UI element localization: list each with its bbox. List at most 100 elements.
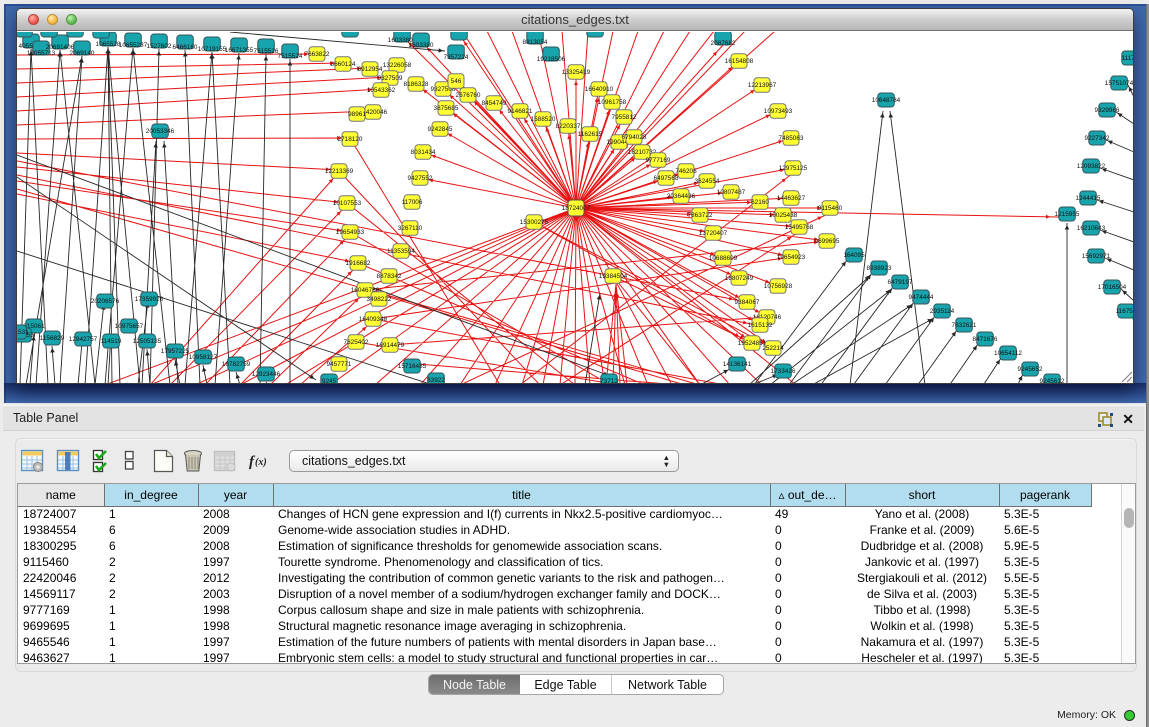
svg-text:9245652: 9245652 [1018, 366, 1043, 373]
svg-text:10025438: 10025438 [769, 212, 798, 219]
svg-text:6794028: 6794028 [622, 134, 647, 141]
svg-text:3875685: 3875685 [434, 105, 459, 112]
svg-text:19654933: 19654933 [336, 229, 365, 236]
svg-text:16914479: 16914479 [376, 342, 405, 349]
svg-text:12093822: 12093822 [1077, 163, 1106, 170]
svg-text:17957225: 17957225 [161, 348, 190, 355]
svg-text:7863722: 7863722 [688, 212, 713, 219]
svg-text:1603380: 1603380 [409, 42, 434, 49]
svg-text:1156829: 1156829 [40, 335, 65, 342]
svg-text:1244415: 1244415 [1076, 195, 1101, 202]
svg-text:20206576: 20206576 [91, 298, 120, 305]
svg-text:7632621: 7632621 [952, 322, 977, 329]
svg-text:13226058: 13226058 [383, 62, 412, 69]
svg-text:2069140: 2069140 [70, 50, 95, 57]
svg-text:12975125: 12975125 [779, 165, 808, 172]
svg-text:12213967: 12213967 [748, 82, 777, 89]
svg-text:2676760: 2676760 [456, 92, 481, 99]
svg-text:1733426: 1733426 [771, 368, 796, 375]
svg-text:7955812: 7955812 [612, 114, 637, 121]
svg-text:73712: 73712 [600, 378, 618, 384]
svg-text:83922: 83922 [427, 377, 445, 384]
svg-text:14136141: 14136141 [723, 361, 752, 368]
svg-text:6466160: 6466160 [173, 44, 198, 51]
svg-text:3624554: 3624554 [695, 178, 720, 185]
svg-text:12213369: 12213369 [325, 168, 354, 175]
svg-text:3498222: 3498222 [367, 296, 392, 303]
svg-text:9327509: 9327509 [378, 75, 403, 82]
svg-text:9146821: 9146821 [508, 108, 533, 115]
svg-text:17359928: 17359928 [135, 296, 164, 303]
svg-text:3267110: 3267110 [398, 225, 423, 232]
svg-text:116753: 116753 [1116, 308, 1134, 315]
svg-text:10654112: 10654112 [994, 350, 1022, 357]
svg-text:10958127: 10958127 [189, 354, 218, 361]
svg-text:16409348: 16409348 [359, 316, 388, 323]
svg-text:9777169: 9777169 [646, 157, 671, 164]
svg-text:8220337: 8220337 [556, 123, 581, 130]
svg-text:20364436: 20364436 [667, 193, 696, 200]
svg-text:10807487: 10807487 [717, 189, 746, 196]
svg-text:9427552: 9427552 [408, 175, 433, 182]
svg-text:98961: 98961 [348, 111, 366, 118]
svg-text:117006: 117006 [402, 199, 423, 206]
svg-text:11172: 11172 [1122, 55, 1134, 62]
svg-text:7485063: 7485063 [779, 135, 804, 142]
svg-text:18724007: 18724007 [562, 205, 591, 212]
svg-text:1527602: 1527602 [147, 43, 172, 50]
svg-text:15495768: 15495768 [785, 224, 814, 231]
svg-text:2087682: 2087682 [711, 40, 736, 47]
svg-text:9245: 9245 [322, 378, 337, 384]
svg-text:9242845: 9242845 [428, 126, 453, 133]
svg-text:16210643: 16210643 [1077, 225, 1106, 232]
svg-text:8471676: 8471676 [973, 336, 998, 343]
svg-text:11353594: 11353594 [387, 248, 415, 255]
svg-text:6497568: 6497568 [654, 175, 679, 182]
svg-text:7357224: 7357224 [444, 54, 469, 61]
svg-text:7625402: 7625402 [344, 339, 369, 346]
svg-text:8186328: 8186328 [404, 81, 429, 88]
svg-text:15716485: 15716485 [398, 363, 427, 370]
svg-text:19654923: 19654923 [777, 254, 806, 261]
svg-text:10973493: 10973493 [764, 108, 793, 115]
svg-text:10719155: 10719155 [198, 46, 227, 53]
svg-text:746206: 746206 [675, 168, 697, 175]
svg-text:(x): (x) [255, 457, 267, 468]
svg-text:9474444: 9474444 [909, 294, 934, 301]
svg-text:15300275: 15300275 [520, 219, 549, 226]
svg-text:9115460: 9115460 [818, 205, 843, 212]
svg-text:20053346: 20053346 [146, 128, 175, 135]
svg-text:10688609: 10688609 [709, 255, 738, 262]
svg-text:16782759: 16782759 [222, 361, 251, 368]
svg-text:17016504: 17016504 [1098, 284, 1127, 291]
svg-text:8912954: 8912954 [358, 66, 383, 73]
svg-text:1916682: 1916682 [346, 260, 371, 267]
svg-text:15751074: 15751074 [1105, 80, 1134, 87]
svg-text:9384067: 9384067 [735, 299, 760, 306]
svg-text:2718120: 2718120 [338, 136, 363, 143]
svg-text:12055713: 12055713 [27, 50, 56, 57]
svg-text:9329966: 9329966 [1095, 107, 1120, 114]
svg-text:10107553: 10107553 [333, 200, 362, 207]
svg-text:1065528: 1065528 [96, 41, 121, 48]
svg-text:7515526: 7515526 [254, 48, 279, 55]
svg-text:12505135: 12505135 [133, 338, 162, 345]
svg-text:8878342: 8878342 [377, 273, 402, 280]
svg-text:16671355: 16671355 [225, 47, 254, 54]
svg-text:8660124: 8660124 [331, 61, 356, 68]
svg-text:19384504: 19384504 [599, 273, 628, 280]
svg-text:10975657: 10975657 [115, 323, 144, 330]
svg-text:10756928: 10756928 [764, 283, 793, 290]
svg-text:13720407: 13720407 [699, 230, 728, 237]
svg-text:16640910: 16640910 [585, 86, 614, 93]
svg-text:9457771: 9457771 [327, 361, 352, 368]
svg-text:18807249: 18807249 [725, 275, 754, 282]
svg-text:8813054: 8813054 [523, 39, 548, 46]
svg-text:14463627: 14463627 [777, 195, 806, 202]
svg-text:15692971: 15692971 [1082, 253, 1111, 260]
svg-text:10648784: 10648784 [872, 97, 901, 104]
svg-text:1615132: 1615132 [748, 322, 773, 329]
svg-text:2935114: 2935114 [930, 308, 955, 315]
svg-text:62160: 62160 [751, 199, 769, 206]
svg-text:1588520: 1588520 [531, 116, 556, 123]
